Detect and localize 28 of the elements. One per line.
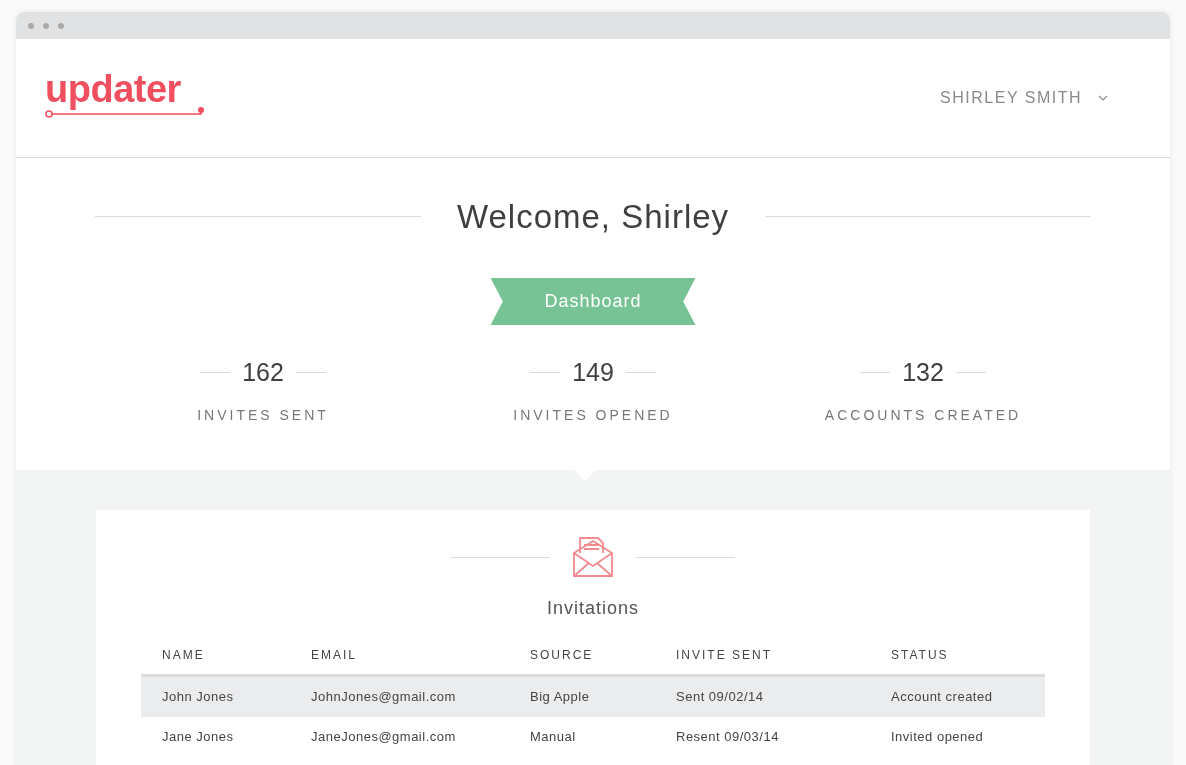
envelope-icon — [572, 536, 614, 578]
table-cell-text: Invited opened — [891, 728, 984, 747]
stat-label: ACCOUNTS CREATED — [824, 406, 1022, 425]
table-cell-text: Sent 09/02/14 — [676, 688, 764, 707]
stat-value: 149 — [572, 360, 614, 385]
table-cell-text: Big Apple — [530, 688, 590, 707]
stat-label: INVITES SENT — [197, 406, 329, 425]
stat-value: 162 — [242, 360, 284, 385]
column-header: EMAIL — [311, 647, 357, 664]
table-cell-text: Account created — [891, 688, 993, 707]
table-cell-text: JaneJones@gmail.com — [311, 728, 456, 747]
stat-label: INVITES OPENED — [513, 406, 673, 425]
column-header: NAME — [162, 647, 205, 664]
table-cell-text: Manual — [530, 728, 576, 747]
table-row[interactable]: John Jones JohnJones@gmail.com Big Apple Sent 09/02/14 Account created — [141, 677, 1045, 717]
logo[interactable]: updater — [45, 69, 207, 119]
column-header: SOURCE — [530, 647, 594, 664]
welcome-title: Welcome, Shirley — [456, 200, 730, 233]
column-header: STATUS — [891, 647, 949, 664]
stat-value: 132 — [902, 360, 944, 385]
table-cell-text: Jane Jones — [162, 728, 234, 747]
dashboard-ribbon: Dashboard — [490, 278, 696, 325]
table-cell-text: John Jones — [162, 688, 234, 707]
chevron-down-icon — [1098, 95, 1108, 101]
section-title: Invitations — [545, 597, 640, 620]
table-cell-text: JohnJones@gmail.com — [311, 688, 456, 707]
table-cell-text: Resent 09/03/14 — [676, 728, 779, 747]
column-header: INVITE SENT — [676, 647, 772, 664]
